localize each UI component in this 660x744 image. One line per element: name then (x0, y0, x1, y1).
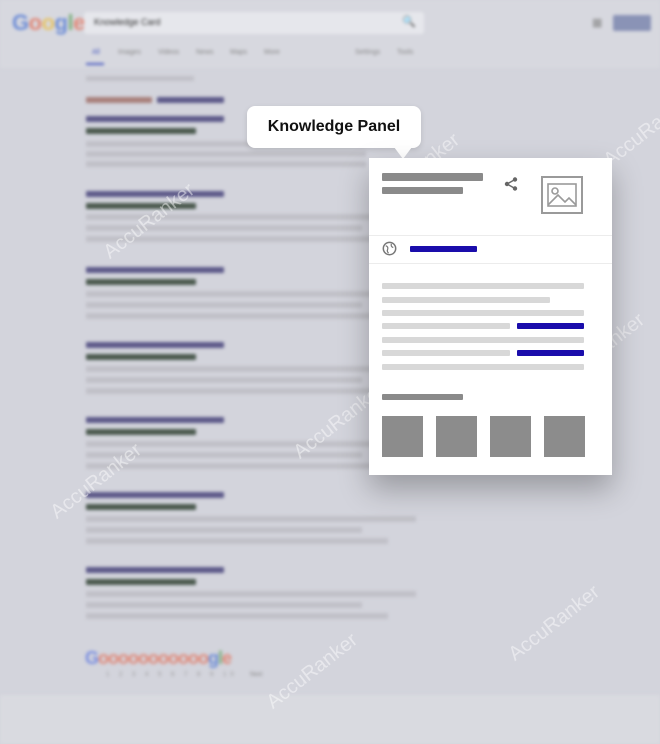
result-snippet (86, 388, 388, 394)
fact-label (382, 323, 510, 329)
result-snippet (86, 302, 362, 308)
description-line (382, 337, 584, 343)
fact-link[interactable] (517, 323, 584, 329)
google-logo: Google (12, 10, 85, 35)
result-stats (86, 76, 194, 81)
section-heading (382, 394, 463, 400)
tab-images[interactable]: Images (118, 49, 141, 56)
share-icon[interactable] (503, 176, 519, 192)
description-line (382, 297, 550, 303)
pagination-logo: Gooooooooooogle (85, 648, 232, 668)
tab-tools[interactable]: Tools (397, 49, 413, 56)
result-title[interactable] (86, 492, 224, 498)
pagination-next[interactable]: Next (250, 672, 262, 678)
active-tab-indicator (86, 63, 104, 65)
sign-in-button[interactable] (613, 15, 651, 31)
globe-icon (382, 241, 397, 256)
tab-videos[interactable]: Videos (158, 49, 179, 56)
result-snippet (86, 377, 362, 383)
tab-news[interactable]: News (196, 49, 214, 56)
image-placeholder-icon[interactable] (541, 176, 583, 214)
result-title[interactable] (86, 267, 224, 273)
page-footer (0, 695, 660, 744)
result-snippet (86, 591, 416, 597)
result-snippet (86, 151, 366, 157)
result-url (86, 279, 196, 285)
result-url (86, 579, 196, 585)
search-icon[interactable]: 🔍 (402, 15, 416, 28)
related-thumbnail[interactable] (436, 416, 477, 457)
knowledge-panel-callout: Knowledge Panel (247, 106, 421, 148)
callout-label: Knowledge Panel (267, 118, 401, 135)
apps-icon[interactable]: ▦ (592, 16, 602, 29)
tab-maps[interactable]: Maps (230, 49, 247, 56)
result-url (86, 429, 196, 435)
result-snippet (86, 613, 388, 619)
result-snippet (86, 291, 416, 297)
search-query: Knowledge Card (94, 17, 161, 27)
related-thumbnail[interactable] (490, 416, 531, 457)
result-title[interactable] (86, 417, 224, 423)
spelling-suggestion-link[interactable] (157, 97, 224, 103)
result-url (86, 128, 196, 134)
search-input[interactable]: Knowledge Card 🔍 (84, 12, 424, 34)
search-header: Google Knowledge Card 🔍 ▦ All Images Vid… (0, 0, 660, 68)
description-line (382, 364, 584, 370)
panel-divider (369, 263, 612, 264)
knowledge-panel (369, 158, 612, 475)
result-snippet (86, 313, 388, 319)
fact-link[interactable] (517, 350, 584, 356)
result-title[interactable] (86, 342, 224, 348)
tab-all[interactable]: All (92, 49, 100, 56)
result-title[interactable] (86, 191, 224, 197)
result-snippet (86, 366, 416, 372)
related-thumbnail[interactable] (382, 416, 423, 457)
result-snippet (86, 527, 362, 533)
panel-divider (369, 235, 612, 236)
result-url (86, 354, 196, 360)
result-title[interactable] (86, 116, 224, 122)
result-snippet (86, 516, 416, 522)
tab-settings[interactable]: Settings (355, 49, 380, 56)
result-snippet (86, 161, 366, 167)
result-url (86, 504, 196, 510)
website-link[interactable] (410, 246, 477, 252)
panel-subtitle (382, 187, 463, 194)
panel-title (382, 173, 483, 181)
result-snippet (86, 538, 388, 544)
result-title[interactable] (86, 567, 224, 573)
description-line (382, 310, 584, 316)
result-snippet (86, 602, 362, 608)
tab-more[interactable]: More (264, 49, 280, 56)
fact-label (382, 350, 510, 356)
pagination-pages[interactable]: 1 2 3 4 5 6 7 8 9 10 (106, 672, 238, 678)
spelling-suggestion[interactable] (86, 97, 152, 103)
description-line (382, 283, 584, 289)
related-thumbnail[interactable] (544, 416, 585, 457)
